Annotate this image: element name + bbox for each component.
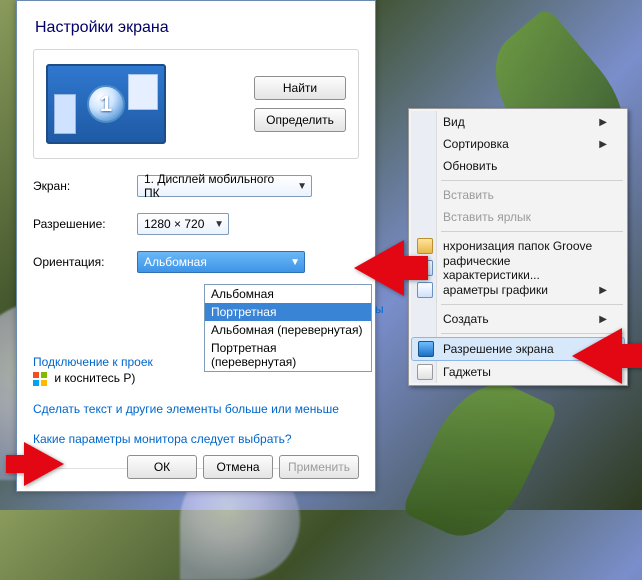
- cancel-button[interactable]: Отмена: [203, 455, 273, 479]
- orientation-option[interactable]: Портретная: [205, 303, 371, 321]
- apply-button[interactable]: Применить: [279, 455, 359, 479]
- find-button[interactable]: Найти: [254, 76, 346, 100]
- monitor-preview-frame: 1 Найти Определить: [33, 49, 359, 159]
- detect-button[interactable]: Определить: [254, 108, 346, 132]
- orientation-dropdown: Альбомная Портретная Альбомная (переверн…: [204, 284, 372, 372]
- screen-select[interactable]: 1. Дисплей мобильного ПК▼: [137, 175, 312, 197]
- submenu-arrow-icon: ▶: [599, 139, 607, 150]
- which-settings-link[interactable]: Какие параметры монитора следует выбрать…: [33, 432, 292, 446]
- properties-icon: [417, 282, 433, 298]
- ctx-paste: Вставить: [411, 184, 625, 206]
- orientation-label: Ориентация:: [33, 255, 127, 269]
- red-arrow-annotation: [572, 328, 622, 384]
- ctx-sort[interactable]: Сортировка▶: [411, 133, 625, 155]
- submenu-arrow-icon: ▶: [599, 285, 607, 296]
- ctx-refresh[interactable]: Обновить: [411, 155, 625, 177]
- text-size-link[interactable]: Сделать текст и другие элементы больше и…: [33, 402, 339, 416]
- monitor-icon: [418, 341, 434, 357]
- ok-button[interactable]: ОК: [127, 455, 197, 479]
- orientation-option[interactable]: Альбомная (перевернутая): [205, 321, 371, 339]
- ctx-create[interactable]: Создать▶: [411, 308, 625, 330]
- ctx-view[interactable]: Вид▶: [411, 111, 625, 133]
- chevron-down-icon: ▼: [214, 219, 224, 230]
- monitor-preview[interactable]: 1: [46, 64, 166, 144]
- submenu-arrow-icon: ▶: [599, 117, 607, 128]
- orientation-option[interactable]: Альбомная: [205, 285, 371, 303]
- ctx-graphics-params[interactable]: араметры графики▶: [411, 279, 625, 301]
- chevron-down-icon: ▼: [297, 181, 307, 192]
- screen-label: Экран:: [33, 179, 127, 193]
- dialog-title: Настройки экрана: [35, 19, 359, 37]
- resolution-label: Разрешение:: [33, 217, 127, 231]
- windows-logo-icon: [33, 372, 47, 386]
- projector-shortcut-text: и коснитесь P): [54, 371, 135, 385]
- ctx-graphics-properties[interactable]: рафические характеристики...: [411, 257, 625, 279]
- display-settings-dialog: Настройки экрана 1 Найти Определить Экра…: [16, 0, 376, 492]
- gadget-icon: [417, 364, 433, 380]
- folder-icon: [417, 238, 433, 254]
- truncated-link-fragment: ы: [375, 302, 384, 316]
- submenu-arrow-icon: ▶: [599, 314, 607, 325]
- orientation-select[interactable]: Альбомная▼: [137, 251, 305, 273]
- orientation-option[interactable]: Портретная (перевернутая): [205, 339, 371, 371]
- ctx-paste-shortcut: Вставить ярлык: [411, 206, 625, 228]
- monitor-number: 1: [87, 85, 125, 123]
- chevron-down-icon: ▼: [290, 257, 300, 268]
- projector-link[interactable]: Подключение к проек: [33, 355, 153, 369]
- resolution-select[interactable]: 1280 × 720▼: [137, 213, 229, 235]
- red-arrow-annotation: [24, 442, 64, 486]
